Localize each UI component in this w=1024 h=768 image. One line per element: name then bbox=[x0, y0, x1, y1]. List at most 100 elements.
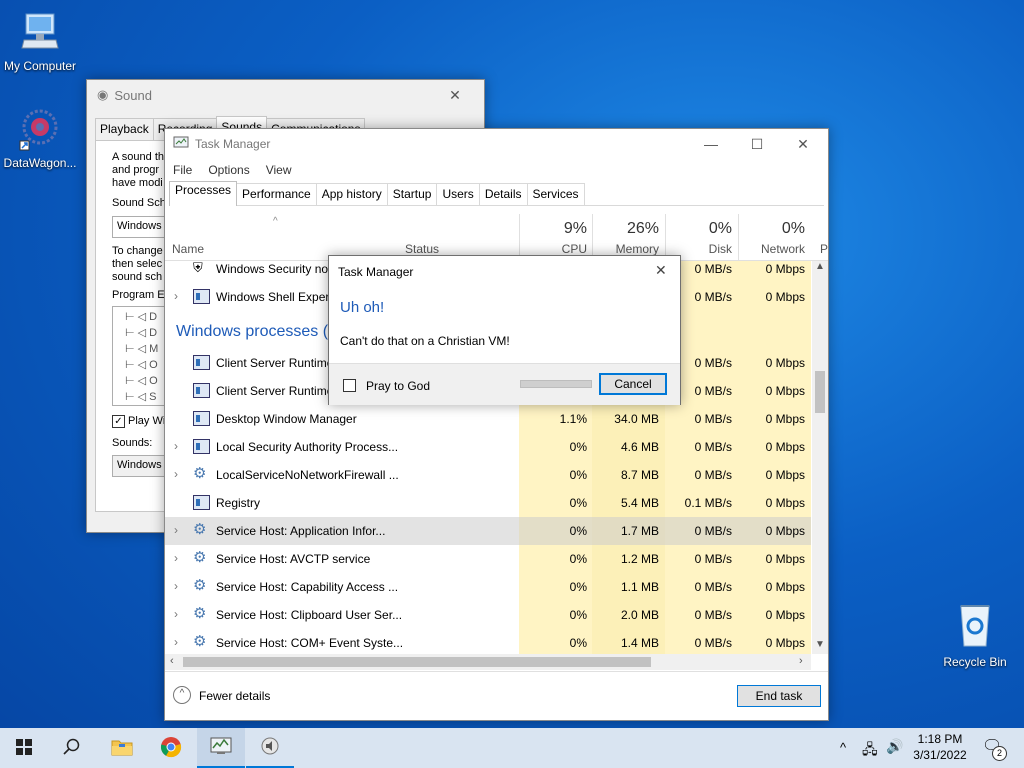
horizontal-scrollbar[interactable]: ‹ › bbox=[165, 654, 811, 670]
tab-performance[interactable]: Performance bbox=[236, 183, 317, 205]
chevron-right-icon[interactable]: › bbox=[174, 551, 178, 565]
col-cpu[interactable]: CPU bbox=[525, 242, 587, 256]
gear-icon: ⚙ bbox=[193, 549, 207, 566]
cancel-button[interactable]: Cancel bbox=[599, 373, 667, 395]
vertical-scrollbar[interactable]: ▲ ▼ bbox=[812, 261, 828, 654]
process-name: Service Host: Clipboard User Ser... bbox=[216, 608, 403, 622]
chevron-right-icon[interactable]: › bbox=[174, 523, 178, 537]
tab-details[interactable]: Details bbox=[478, 183, 528, 205]
table-row[interactable]: › ⚙ Service Host: Application Infor... 0% 1.… bbox=[165, 517, 811, 545]
pray-checkbox[interactable] bbox=[343, 379, 356, 392]
tm-footer: ^ Fewer details End task bbox=[165, 671, 828, 721]
process-network: 0 Mbps bbox=[765, 496, 805, 510]
maximize-icon[interactable]: ☐ bbox=[734, 129, 780, 159]
tab-playback[interactable]: Playback bbox=[95, 118, 154, 141]
desktop-icon-my-computer[interactable]: My Computer bbox=[0, 10, 80, 73]
scroll-up-icon[interactable]: ▲ bbox=[815, 261, 825, 272]
chevron-up-icon[interactable]: ^ bbox=[840, 740, 846, 755]
table-row[interactable]: Desktop Window Manager 1.1% 34.0 MB 0 MB/s 0… bbox=[165, 405, 811, 433]
tab-startup[interactable]: Startup bbox=[386, 183, 438, 205]
chevron-right-icon[interactable]: › bbox=[174, 289, 178, 303]
table-row[interactable]: › ⚙ Service Host: COM+ Event Syste... 0% 1.4… bbox=[165, 629, 811, 654]
taskbar-file-explorer[interactable] bbox=[98, 728, 146, 768]
event-item[interactable]: ⊢ ◁ D bbox=[125, 327, 157, 340]
fewer-details-link[interactable]: Fewer details bbox=[199, 689, 270, 703]
dialog-heading: Uh oh! bbox=[340, 299, 385, 316]
event-item[interactable]: ⊢ ◁ S bbox=[125, 391, 157, 404]
chevron-right-icon[interactable]: › bbox=[174, 635, 178, 649]
table-row[interactable]: › ⚙ LocalServiceNoNetworkFirewall ... 0% 8.7… bbox=[165, 461, 811, 489]
chevron-right-icon[interactable]: › bbox=[174, 467, 178, 481]
desktop-icon-datawagon[interactable]: DataWagon... bbox=[0, 105, 80, 170]
table-row[interactable]: › Local Security Authority Process... 0% 4.… bbox=[165, 433, 811, 461]
minimize-icon[interactable]: — bbox=[688, 129, 734, 159]
volume-icon[interactable]: 🔊 bbox=[886, 738, 903, 755]
event-item[interactable]: ⊢ ◁ M bbox=[125, 343, 158, 356]
chevron-right-icon[interactable]: › bbox=[174, 607, 178, 621]
clock[interactable]: 1:18 PM 3/31/2022 bbox=[908, 731, 972, 763]
chevron-right-icon[interactable]: › bbox=[174, 579, 178, 593]
network-icon[interactable]: 🖧 bbox=[862, 739, 878, 763]
tm-titlebar[interactable]: Task Manager — ☐ ✕ bbox=[165, 129, 828, 159]
event-item[interactable]: ⊢ ◁ D bbox=[125, 311, 157, 324]
taskbar-task-manager[interactable] bbox=[197, 728, 245, 768]
process-disk: 0 MB/s bbox=[694, 440, 732, 454]
scrollbar-thumb[interactable] bbox=[815, 371, 825, 413]
notification-button[interactable]: 🗨 2 bbox=[980, 736, 1007, 761]
process-cpu: 0% bbox=[569, 552, 587, 566]
tab-users[interactable]: Users bbox=[436, 183, 480, 205]
close-icon[interactable]: ✕ bbox=[432, 80, 478, 110]
process-cpu: 0% bbox=[569, 608, 587, 622]
event-item[interactable]: ⊢ ◁ O bbox=[125, 359, 158, 372]
table-row[interactable]: › ⚙ Service Host: AVCTP service 0% 1.2 MB 0 M… bbox=[165, 545, 811, 573]
column-header: ^ Name Status 9% CPU 26% Memory 0% Disk … bbox=[165, 214, 828, 261]
close-icon[interactable]: ✕ bbox=[655, 262, 667, 279]
process-network: 0 Mbps bbox=[765, 440, 805, 454]
col-status[interactable]: Status bbox=[405, 242, 439, 256]
tab-app-history[interactable]: App history bbox=[315, 183, 388, 205]
process-name: Windows Security not bbox=[216, 262, 332, 276]
end-task-button[interactable]: End task bbox=[737, 685, 821, 707]
scroll-right-icon[interactable]: › bbox=[799, 655, 803, 667]
task-manager-window: Task Manager — ☐ ✕ File Options View Pro… bbox=[164, 128, 829, 721]
col-memory[interactable]: Memory bbox=[595, 242, 659, 256]
col-power[interactable]: P bbox=[820, 242, 828, 256]
chevron-up-icon[interactable]: ^ bbox=[173, 686, 191, 704]
dialog-title: Task Manager bbox=[338, 265, 414, 279]
menu-options[interactable]: Options bbox=[200, 163, 257, 177]
tab-processes[interactable]: Processes bbox=[169, 181, 238, 206]
search-button[interactable] bbox=[48, 728, 96, 768]
menu-file[interactable]: File bbox=[165, 163, 200, 177]
group-header: Windows processes (8 bbox=[176, 323, 337, 340]
start-button[interactable] bbox=[0, 728, 48, 768]
search-icon bbox=[63, 738, 81, 759]
table-row[interactable]: › ⚙ Service Host: Clipboard User Ser... 0% 2… bbox=[165, 601, 811, 629]
taskbar-chrome[interactable] bbox=[147, 728, 195, 768]
scroll-down-icon[interactable]: ▼ bbox=[815, 639, 825, 650]
chevron-right-icon[interactable]: › bbox=[174, 439, 178, 453]
dialog-footer: Pray to God Cancel bbox=[329, 363, 680, 405]
table-row[interactable]: Registry 0% 5.4 MB 0.1 MB/s 0 Mbps bbox=[165, 489, 811, 517]
sounds-label: Sounds: bbox=[112, 437, 153, 449]
notification-badge: 2 bbox=[992, 746, 1007, 761]
close-icon[interactable]: ✕ bbox=[780, 129, 826, 159]
h-scrollbar-thumb[interactable] bbox=[183, 657, 651, 667]
event-item[interactable]: ⊢ ◁ O bbox=[125, 375, 158, 388]
play-windows-checkbox[interactable]: ✓ bbox=[112, 415, 125, 428]
col-name[interactable]: Name bbox=[172, 242, 204, 256]
col-disk[interactable]: Disk bbox=[670, 242, 732, 256]
desktop-icon-recycle-bin[interactable]: Recycle Bin bbox=[935, 600, 1015, 669]
process-disk: 0 MB/s bbox=[694, 412, 732, 426]
process-cpu: 0% bbox=[569, 636, 587, 650]
menu-view[interactable]: View bbox=[258, 163, 300, 177]
col-network[interactable]: Network bbox=[740, 242, 805, 256]
sound-titlebar[interactable]: ◉ Sound ✕ bbox=[87, 80, 484, 110]
process-cpu: 0% bbox=[569, 524, 587, 538]
speaker-icon: ◉ bbox=[97, 87, 109, 102]
table-row[interactable]: › ⚙ Service Host: Capability Access ... 0% 1… bbox=[165, 573, 811, 601]
process-cpu: 1.1% bbox=[559, 412, 587, 426]
desktop-icon-label: My Computer bbox=[3, 59, 77, 73]
tab-services[interactable]: Services bbox=[526, 183, 585, 205]
scroll-left-icon[interactable]: ‹ bbox=[170, 655, 174, 667]
taskbar-sound[interactable] bbox=[246, 728, 294, 768]
